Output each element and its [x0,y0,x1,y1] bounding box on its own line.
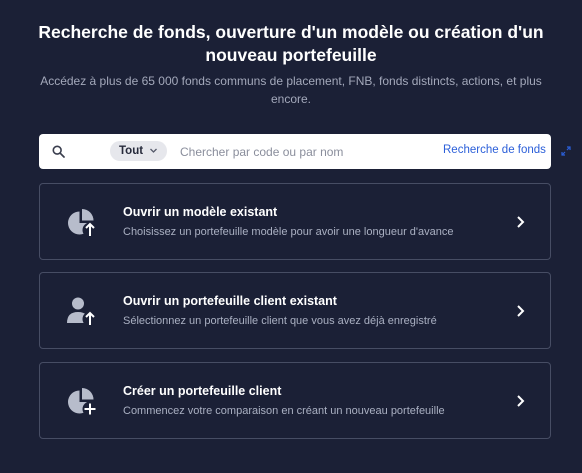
pie-chart-plus-icon [68,388,98,417]
open-model-card[interactable]: Ouvrir un modèle existant Choisissez un … [39,183,551,260]
fund-search-link[interactable]: Recherche de fonds [443,144,546,156]
search-scope-dropdown[interactable]: Tout [110,141,167,161]
chevron-down-icon [150,148,157,153]
card-description: Commencez votre comparaison en créant un… [123,405,445,417]
card-title: Créer un portefeuille client [123,384,282,398]
chevron-right-icon [517,305,525,317]
search-scope-label: Tout [119,145,144,157]
create-client-portfolio-card[interactable]: Créer un portefeuille client Commencez v… [39,362,551,439]
card-title: Ouvrir un portefeuille client existant [123,294,337,308]
pie-chart-arrow-icon [68,209,98,238]
page: Recherche de fonds, ouverture d'un modèl… [0,0,582,473]
page-subtitle: Accédez à plus de 65 000 fonds communs d… [40,74,542,106]
search-bar: Tout Recherche de fonds [39,134,571,169]
page-title: Recherche de fonds, ouverture d'un modèl… [38,22,544,65]
card-description: Sélectionnez un portefeuille client que … [123,315,437,327]
card-title: Ouvrir un modèle existant [123,205,278,219]
user-arrow-icon [67,297,98,327]
search-input[interactable] [180,142,410,161]
card-description: Choisissez un portefeuille modèle pour a… [123,226,454,238]
expand-icon[interactable] [561,146,571,156]
chevron-right-icon [517,216,525,228]
search-icon [52,145,65,158]
chevron-right-icon [517,395,525,407]
open-client-portfolio-card[interactable]: Ouvrir un portefeuille client existant S… [39,272,551,349]
